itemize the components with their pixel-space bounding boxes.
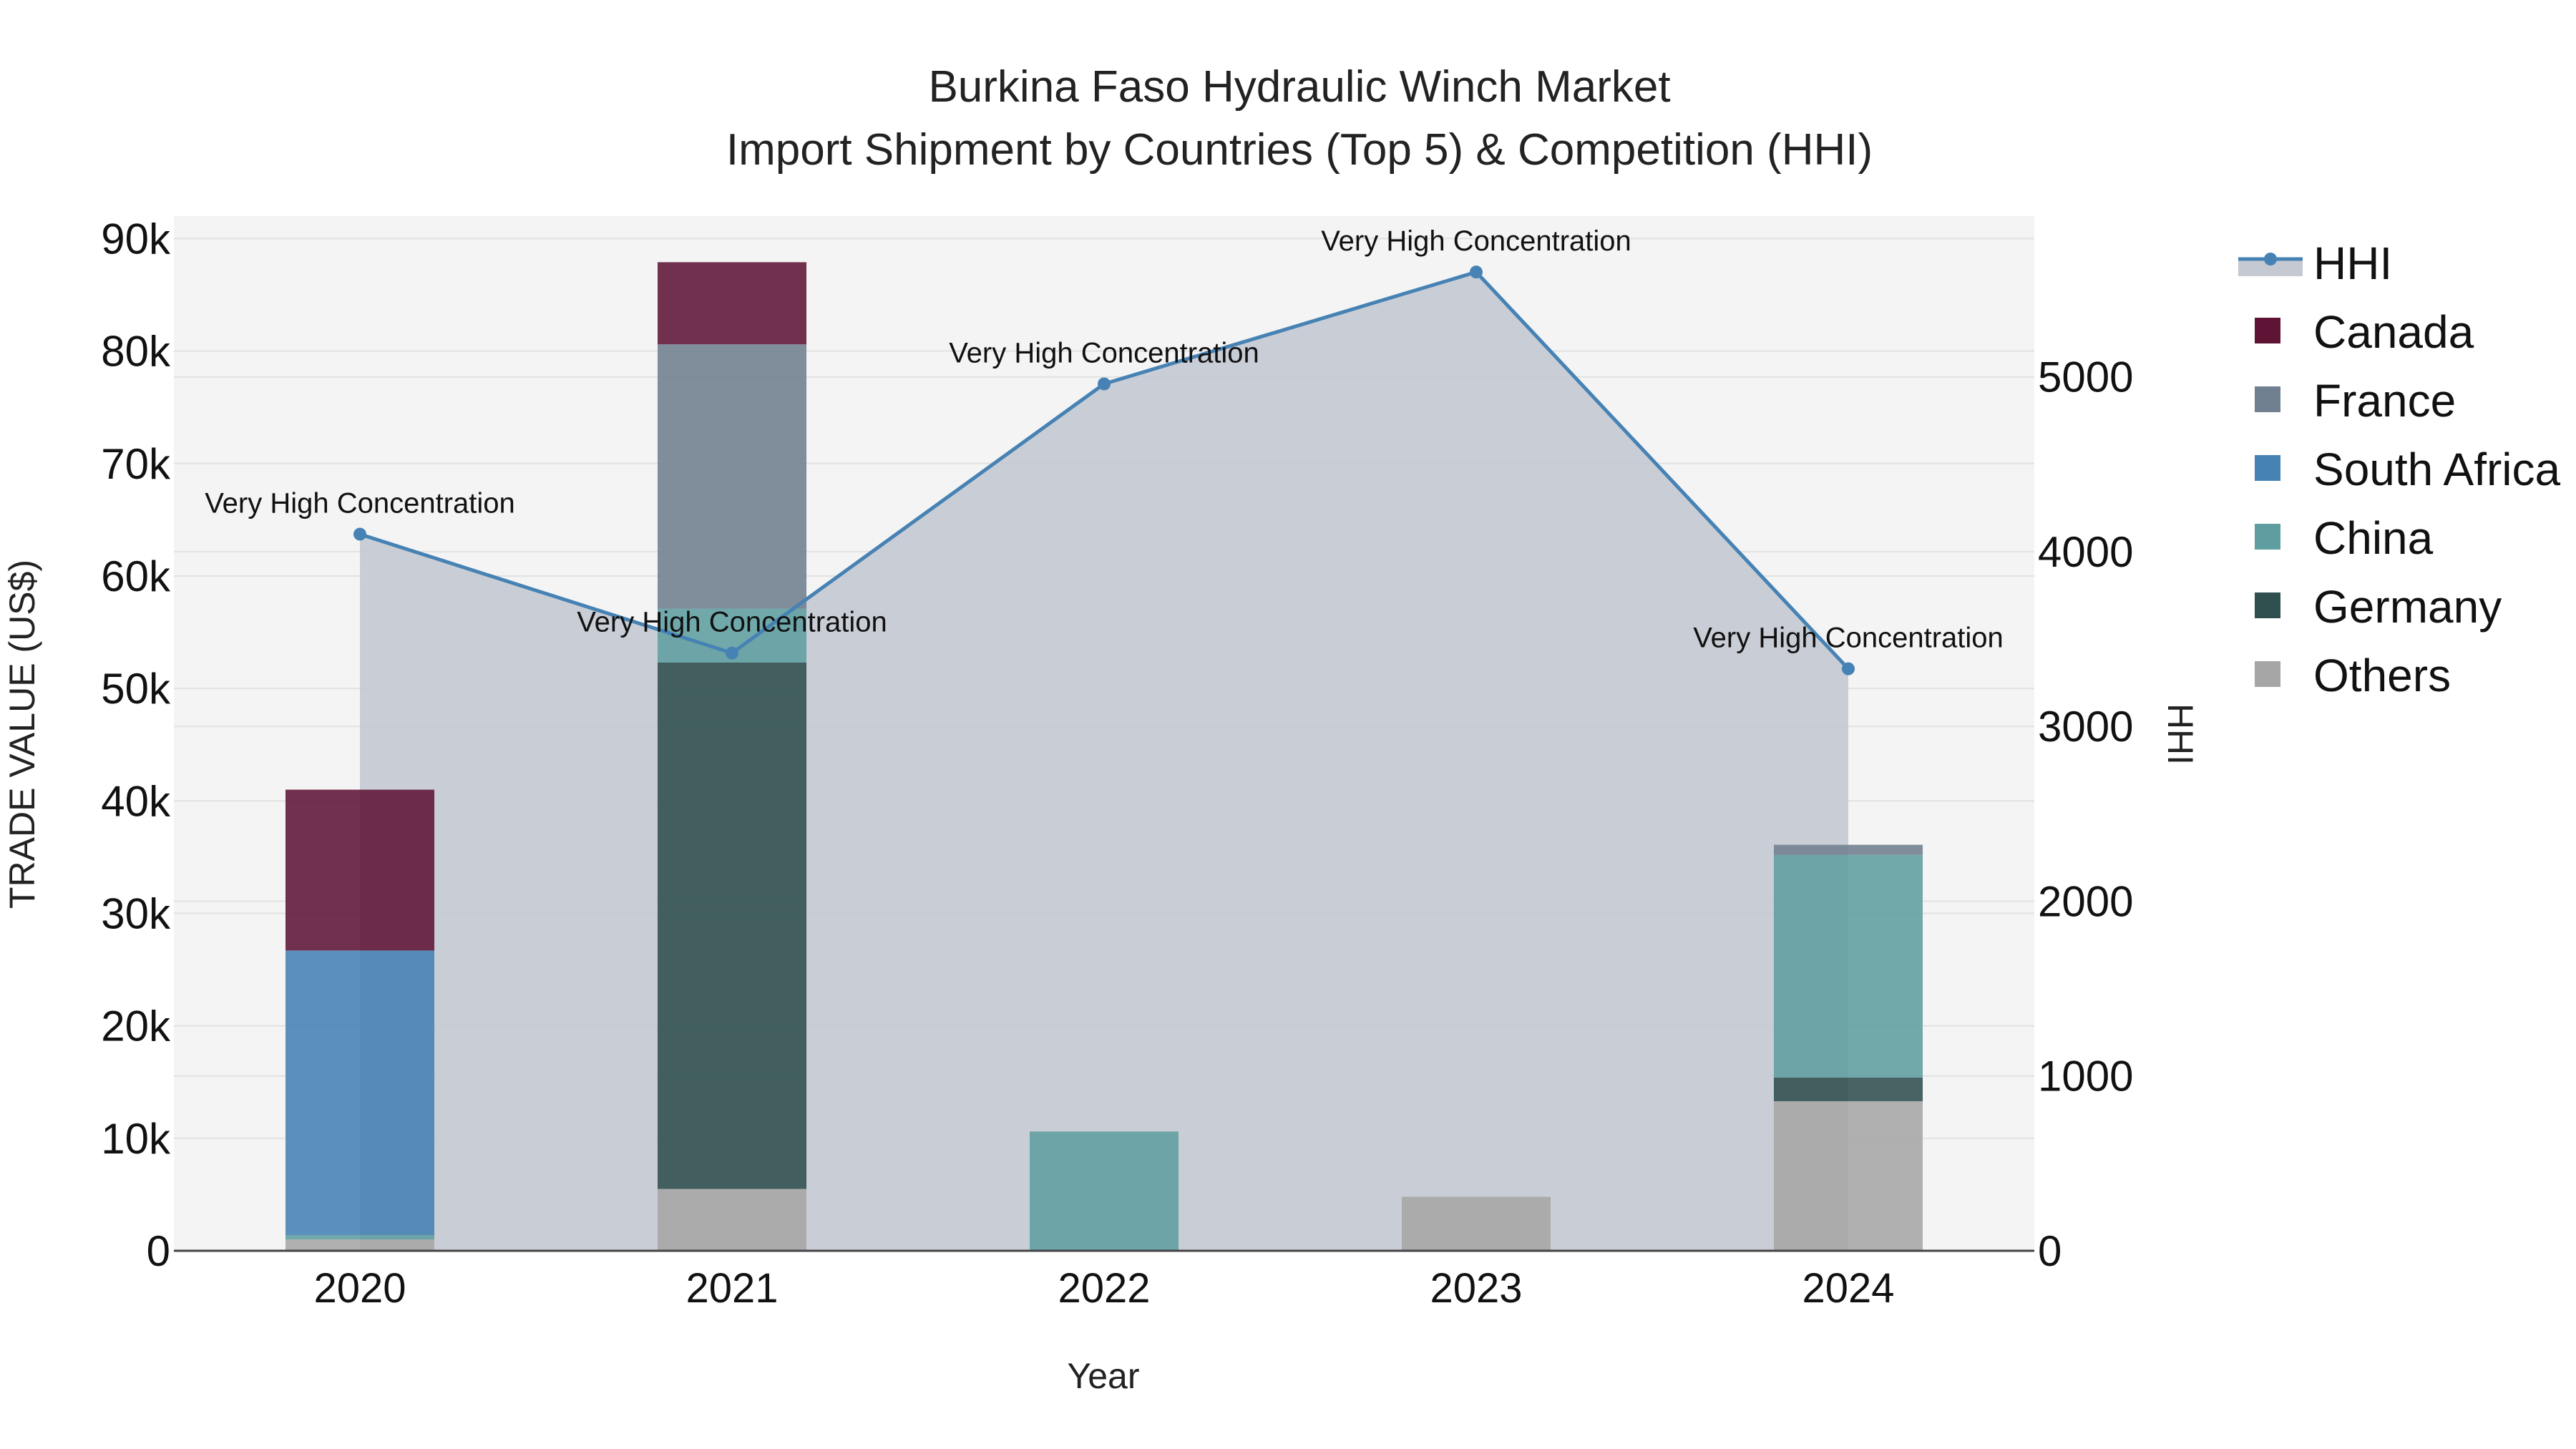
chart: Burkina Faso Hydraulic Winch Market Impo… xyxy=(0,0,2576,1449)
y2-tick-label: 4000 xyxy=(2038,528,2133,576)
legend-swatch-france xyxy=(2255,386,2280,412)
bar-france-2024 xyxy=(1774,844,1923,855)
bar-germany-2021 xyxy=(658,662,806,1189)
bar-others-2020 xyxy=(286,1239,434,1251)
hhi-annotation-2024: Very High Concentration xyxy=(1693,623,2004,654)
y2-tick-label: 5000 xyxy=(2038,353,2133,401)
bar-china-2022 xyxy=(1030,1131,1179,1251)
y-tick-label: 40k xyxy=(101,777,171,825)
bar-others-2024 xyxy=(1774,1101,1923,1251)
bar-others-2021 xyxy=(658,1189,806,1251)
x-tick-label-2024: 2024 xyxy=(1802,1265,1894,1312)
hhi-annotation-2021: Very High Concentration xyxy=(577,607,887,638)
legend-label-china: China xyxy=(2313,512,2434,564)
x-tick-label-2022: 2022 xyxy=(1058,1265,1150,1312)
y-tick-label: 50k xyxy=(101,665,171,713)
hhi-annotation-2023: Very High Concentration xyxy=(1321,225,1631,257)
chart-title: Burkina Faso Hydraulic Winch Market xyxy=(928,62,1670,112)
hhi-annotation-2020: Very High Concentration xyxy=(205,488,515,519)
bar-south-africa-2020 xyxy=(286,950,434,1235)
x-tick-label-2021: 2021 xyxy=(686,1265,778,1312)
hhi-point-2020 xyxy=(353,527,366,541)
legend-label-germany: Germany xyxy=(2313,581,2502,633)
y-tick-label: 10k xyxy=(101,1115,171,1163)
legend-label-south-africa: South Africa xyxy=(2313,444,2561,495)
y-axis-label: TRADE VALUE (US$) xyxy=(2,560,42,909)
y2-axis-label: HHI xyxy=(2160,703,2200,765)
legend-swatch-hhi-marker xyxy=(2264,253,2277,265)
legend-label-canada: Canada xyxy=(2313,306,2474,358)
y-tick-label: 70k xyxy=(101,440,171,488)
x-tick-label-2023: 2023 xyxy=(1430,1265,1522,1312)
bar-canada-2021 xyxy=(658,262,806,345)
y2-tick-label: 0 xyxy=(2038,1227,2062,1275)
hhi-point-2021 xyxy=(726,646,738,660)
bar-china-2020 xyxy=(286,1234,434,1240)
legend-label-france: France xyxy=(2313,375,2456,426)
hhi-annotation-2022: Very High Concentration xyxy=(949,337,1259,369)
x-axis-label: Year xyxy=(1067,1356,1139,1396)
y2-tick-label: 2000 xyxy=(2038,877,2133,925)
hhi-point-2024 xyxy=(1842,662,1855,675)
y-tick-label: 90k xyxy=(101,215,171,263)
bar-france-2021 xyxy=(658,344,806,609)
legend-label-others: Others xyxy=(2313,650,2451,701)
x-tick-label-2020: 2020 xyxy=(313,1265,406,1312)
y2-tick-label: 1000 xyxy=(2038,1053,2133,1101)
bar-germany-2024 xyxy=(1774,1077,1923,1101)
hhi-point-2022 xyxy=(1098,377,1111,391)
legend-label-hhi: HHI xyxy=(2313,238,2392,289)
bar-canada-2020 xyxy=(286,789,434,951)
y-tick-label: 80k xyxy=(101,328,171,376)
bar-others-2023 xyxy=(1402,1196,1551,1251)
legend-swatch-south-africa xyxy=(2255,455,2280,481)
y-tick-label: 30k xyxy=(101,889,171,937)
y2-tick-label: 3000 xyxy=(2038,703,2133,751)
legend-swatch-canada xyxy=(2255,318,2280,343)
hhi-point-2023 xyxy=(1470,265,1483,279)
chart-subtitle: Import Shipment by Countries (Top 5) & C… xyxy=(726,125,1873,175)
y-tick-label: 20k xyxy=(101,1002,171,1050)
y-tick-label: 0 xyxy=(147,1227,170,1275)
legend-swatch-china xyxy=(2255,524,2280,550)
legend-swatch-others xyxy=(2255,661,2280,687)
y-tick-label: 60k xyxy=(101,552,171,600)
legend-swatch-germany xyxy=(2255,592,2280,618)
bar-china-2024 xyxy=(1774,854,1923,1078)
